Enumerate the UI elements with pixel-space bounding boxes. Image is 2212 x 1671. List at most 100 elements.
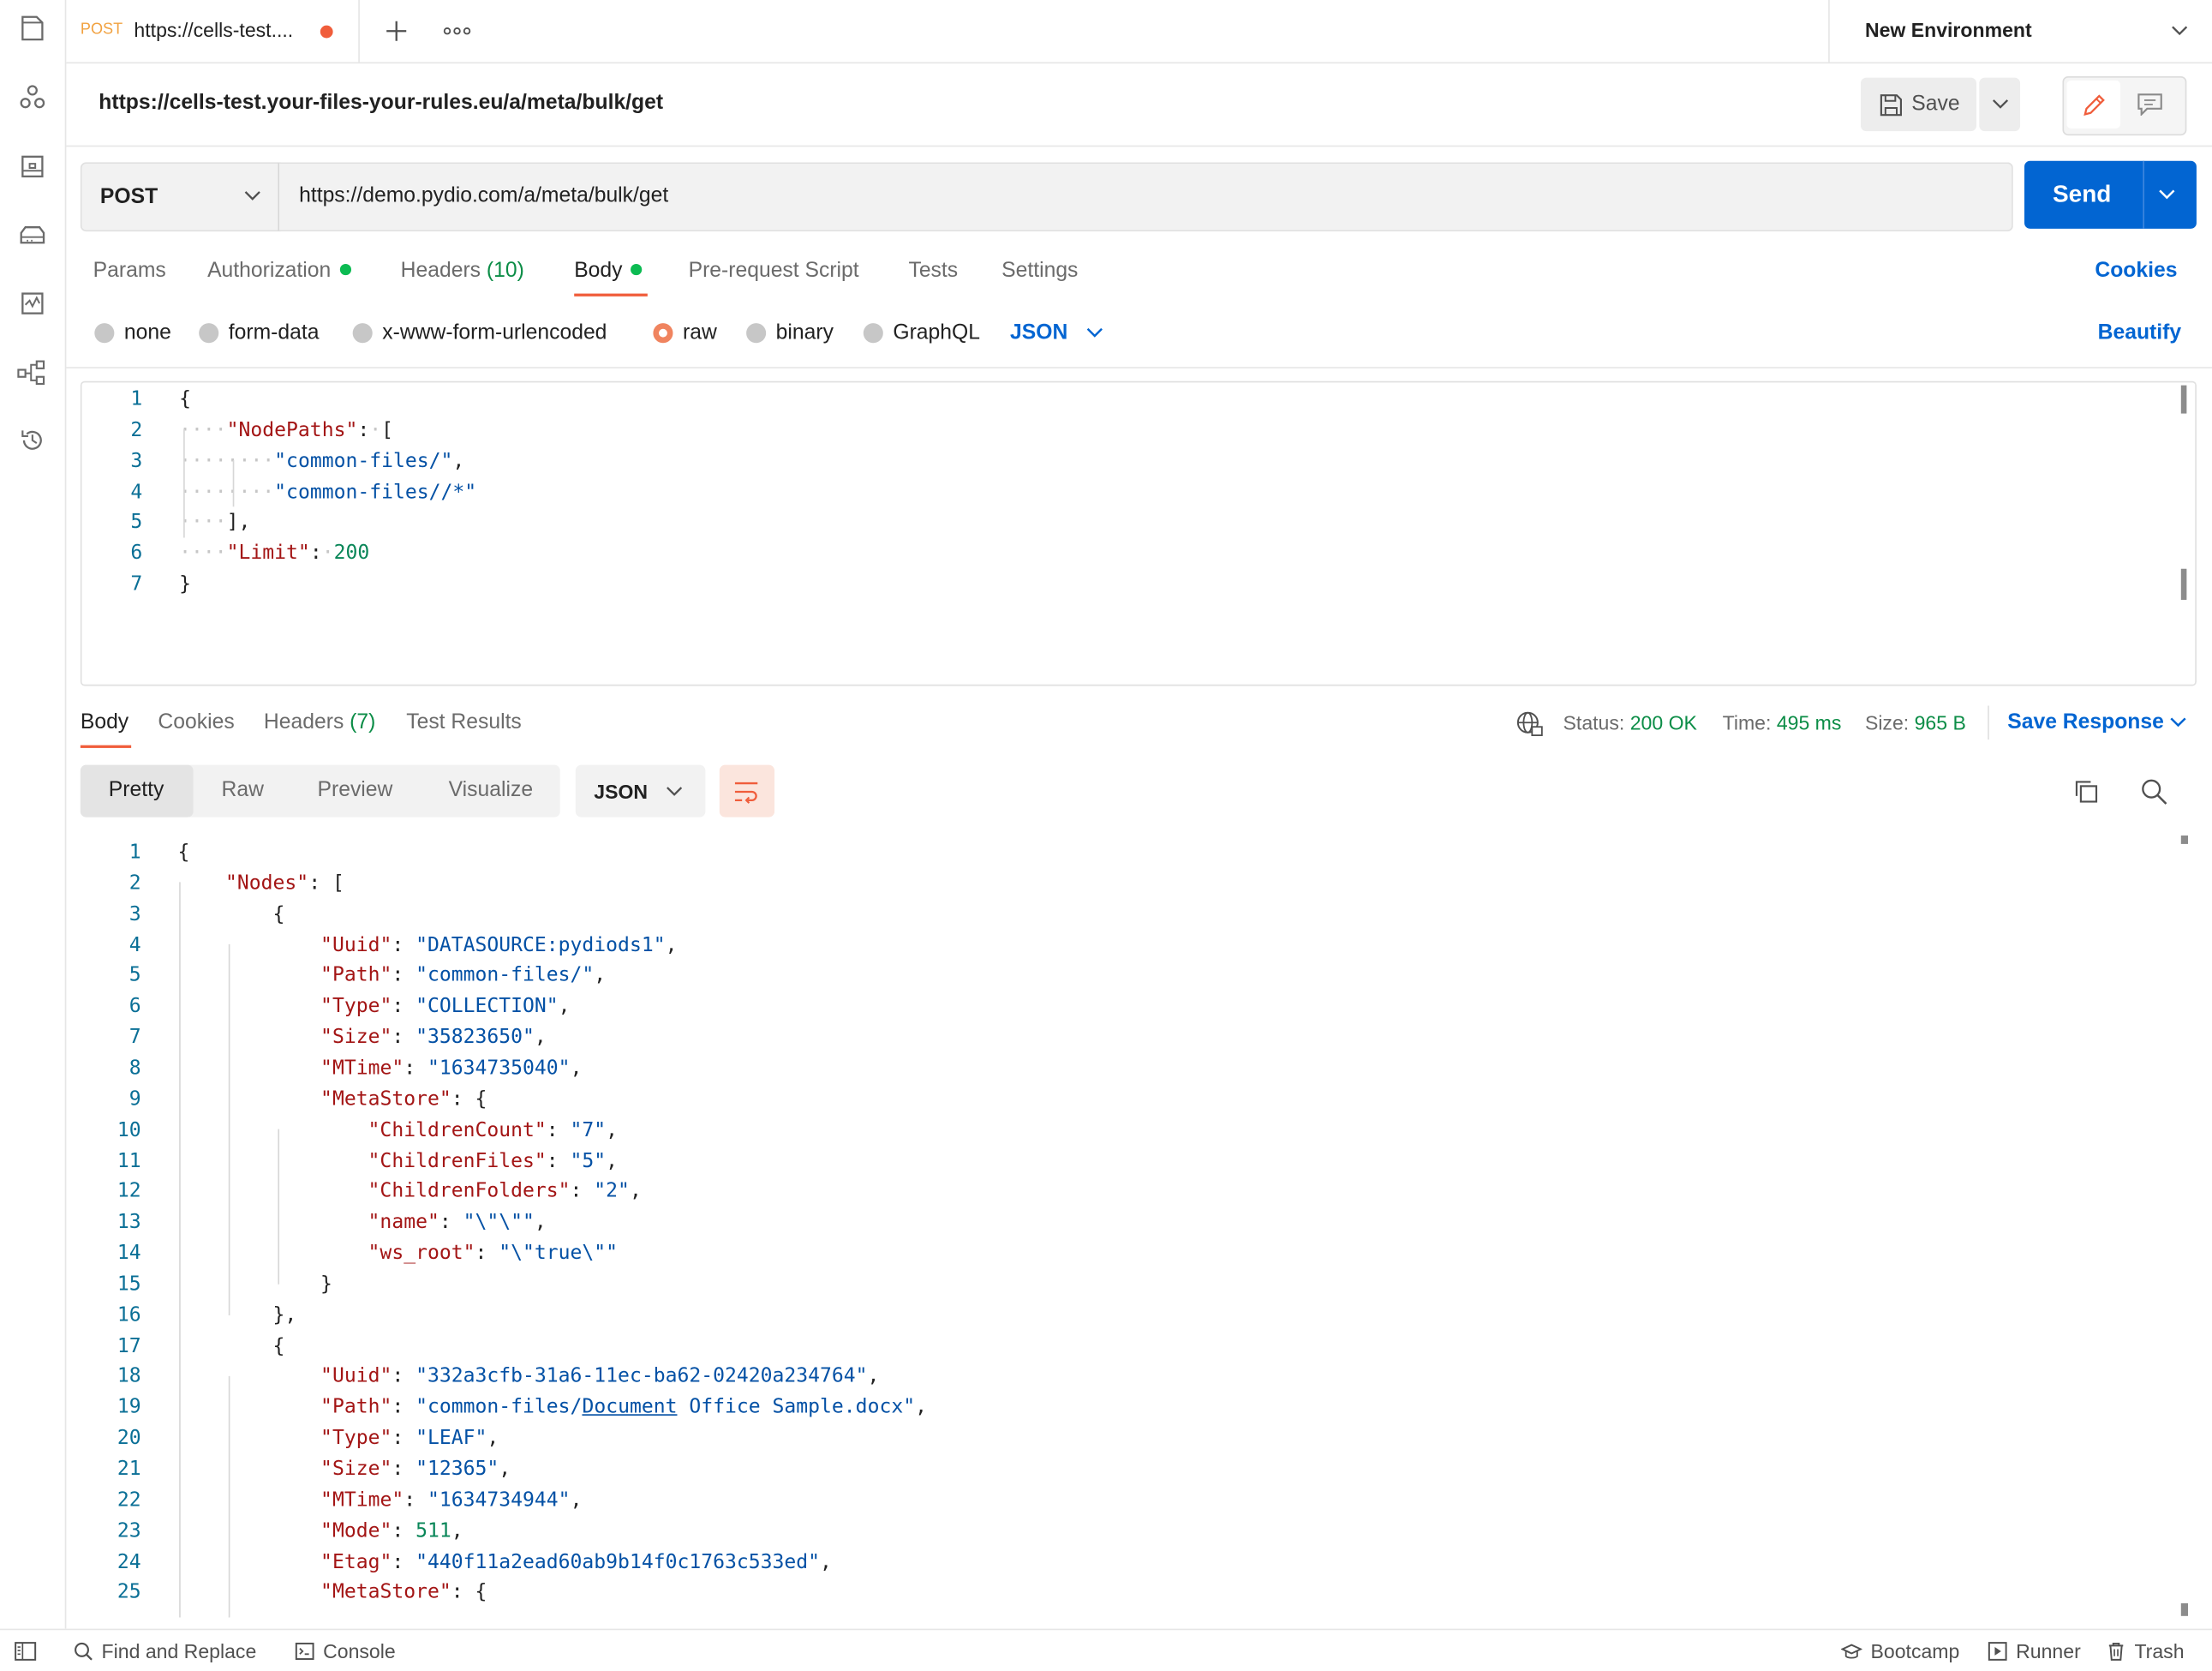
code-token: "Size" [320, 1026, 392, 1049]
wrap-lines-button[interactable] [719, 764, 775, 818]
bootcamp-button[interactable]: Bootcamp [1840, 1640, 1959, 1662]
environments-icon[interactable] [15, 150, 50, 184]
response-tab-test-results[interactable]: Test Results [406, 710, 522, 734]
send-button[interactable]: Send [2024, 160, 2197, 229]
chevron-down-icon[interactable] [2155, 186, 2178, 203]
code-token: : [546, 1118, 571, 1141]
response-scrollbar-top[interactable] [2180, 836, 2189, 844]
left-sidebar-rail [0, 0, 67, 1629]
code-token: { [179, 387, 192, 411]
code-token: "NodePaths" [226, 418, 358, 442]
response-tab-headers[interactable]: Headers (7) [264, 710, 375, 734]
response-scrollbar-thumb[interactable] [2180, 1602, 2189, 1616]
tab-method-label: POST [80, 21, 123, 39]
code-line: "ChildrenFiles": "5", [177, 1146, 619, 1177]
response-tab-body[interactable]: Body [81, 710, 129, 734]
code-token: "ChildrenFolders" [368, 1180, 571, 1203]
view-raw[interactable]: Raw [222, 777, 264, 801]
trash-icon [2108, 1642, 2124, 1661]
line-number: 1 [129, 841, 141, 864]
code-token: "COLLECTION" [415, 995, 559, 1018]
url-input[interactable]: https://demo.pydio.com/a/meta/bulk/get [278, 162, 2013, 232]
runner-button[interactable]: Runner [1988, 1640, 2081, 1662]
search-icon[interactable] [2138, 776, 2169, 807]
radio-none[interactable]: none [94, 320, 171, 344]
console-button[interactable]: Console [295, 1640, 396, 1662]
code-token: : [392, 1396, 416, 1419]
tab-title: https://cells-test.... [134, 18, 294, 41]
tab-prerequest-script[interactable]: Pre-request Script [689, 258, 859, 282]
save-options-button[interactable] [1979, 77, 2021, 132]
editor-scrollbar-thumb[interactable] [2180, 568, 2187, 600]
new-tab-plus-icon[interactable] [380, 14, 414, 48]
code-token: "Size" [320, 1458, 392, 1481]
more-tabs-icon[interactable] [440, 14, 475, 48]
runner-icon [1988, 1642, 2007, 1661]
mock-servers-icon[interactable] [15, 219, 50, 253]
radio-urlencoded[interactable]: x-www-form-urlencoded [352, 320, 607, 344]
code-line: "ChildrenCount": "7", [177, 1115, 619, 1146]
view-visualize[interactable]: Visualize [449, 777, 533, 801]
monitors-icon[interactable] [15, 286, 50, 320]
save-response-button[interactable]: Save Response [2007, 710, 2164, 734]
network-globe-icon[interactable] [1514, 709, 1545, 740]
request-name[interactable]: https://cells-test.your-files-your-rules… [99, 90, 663, 114]
code-token: "ChildrenCount" [368, 1118, 547, 1141]
radio-form-data[interactable]: form-data [199, 320, 319, 344]
flows-icon[interactable] [15, 356, 50, 390]
comments-icon[interactable] [2136, 90, 2164, 118]
indent-guide [232, 459, 235, 507]
response-format-select[interactable]: JSON [575, 764, 706, 818]
history-icon[interactable] [15, 423, 50, 458]
view-pretty[interactable]: Pretty [109, 777, 164, 801]
editor-scrollbar-top[interactable] [2180, 385, 2187, 414]
radio-binary[interactable]: binary [746, 320, 834, 344]
code-token: "12365" [415, 1458, 499, 1481]
line-number: 8 [129, 1057, 141, 1080]
apis-icon[interactable] [15, 81, 50, 115]
code-token: : [439, 1211, 463, 1234]
request-body-editor[interactable]: 1{2 ····"NodePaths":·[3 ········"common-fi… [80, 380, 2197, 686]
body-format-select[interactable]: JSON [1010, 320, 1067, 344]
trash-button[interactable]: Trash [2107, 1640, 2185, 1662]
line-number: 4 [130, 480, 143, 504]
copy-icon[interactable] [2071, 776, 2101, 807]
radio-raw[interactable]: raw [653, 320, 717, 344]
response-body-viewer[interactable]: 1 {2 "Nodes": [3 {4 "Uuid": "DATASOURCE:p… [81, 836, 2179, 1618]
save-button[interactable]: Save [1860, 77, 1977, 132]
indent-guide [228, 943, 230, 1316]
cookies-link[interactable]: Cookies [2095, 258, 2177, 282]
code-token: "Uuid" [320, 1365, 392, 1388]
tab-params[interactable]: Params [93, 258, 166, 282]
radio-circle-selected [653, 322, 673, 343]
code-token: : [570, 1180, 595, 1203]
view-preview[interactable]: Preview [318, 777, 393, 801]
radio-graphql[interactable]: GraphQL [863, 320, 980, 344]
code-token: : [404, 1488, 428, 1512]
collections-icon[interactable] [15, 11, 50, 45]
method-select[interactable]: POST [80, 162, 281, 232]
sidebar-toggle-icon[interactable] [13, 1640, 39, 1662]
code-token[interactable]: Document [582, 1396, 677, 1418]
line-number: 19 [117, 1396, 141, 1419]
code-token: { [177, 902, 285, 925]
indent-guide [278, 1129, 280, 1285]
chevron-down-icon[interactable] [2167, 713, 2189, 733]
divider [1988, 705, 1989, 740]
chevron-down-icon[interactable] [1084, 323, 1106, 343]
environment-selector[interactable]: New Environment [1828, 0, 2212, 63]
tab-settings[interactable]: Settings [1001, 258, 1078, 282]
tab-headers[interactable]: Headers (10) [401, 258, 524, 282]
response-tab-cookies[interactable]: Cookies [158, 710, 234, 734]
beautify-link[interactable]: Beautify [2098, 320, 2181, 344]
tab-tests[interactable]: Tests [908, 258, 958, 282]
edit-mode-button[interactable] [2066, 80, 2120, 129]
request-tab[interactable]: POST https://cells-test.... [66, 0, 360, 63]
tab-authorization[interactable]: Authorization [207, 258, 351, 283]
tab-body[interactable]: Body [574, 258, 643, 282]
find-replace-button[interactable]: Find and Replace [74, 1640, 257, 1662]
tab-authorization-label: Authorization [207, 258, 332, 283]
